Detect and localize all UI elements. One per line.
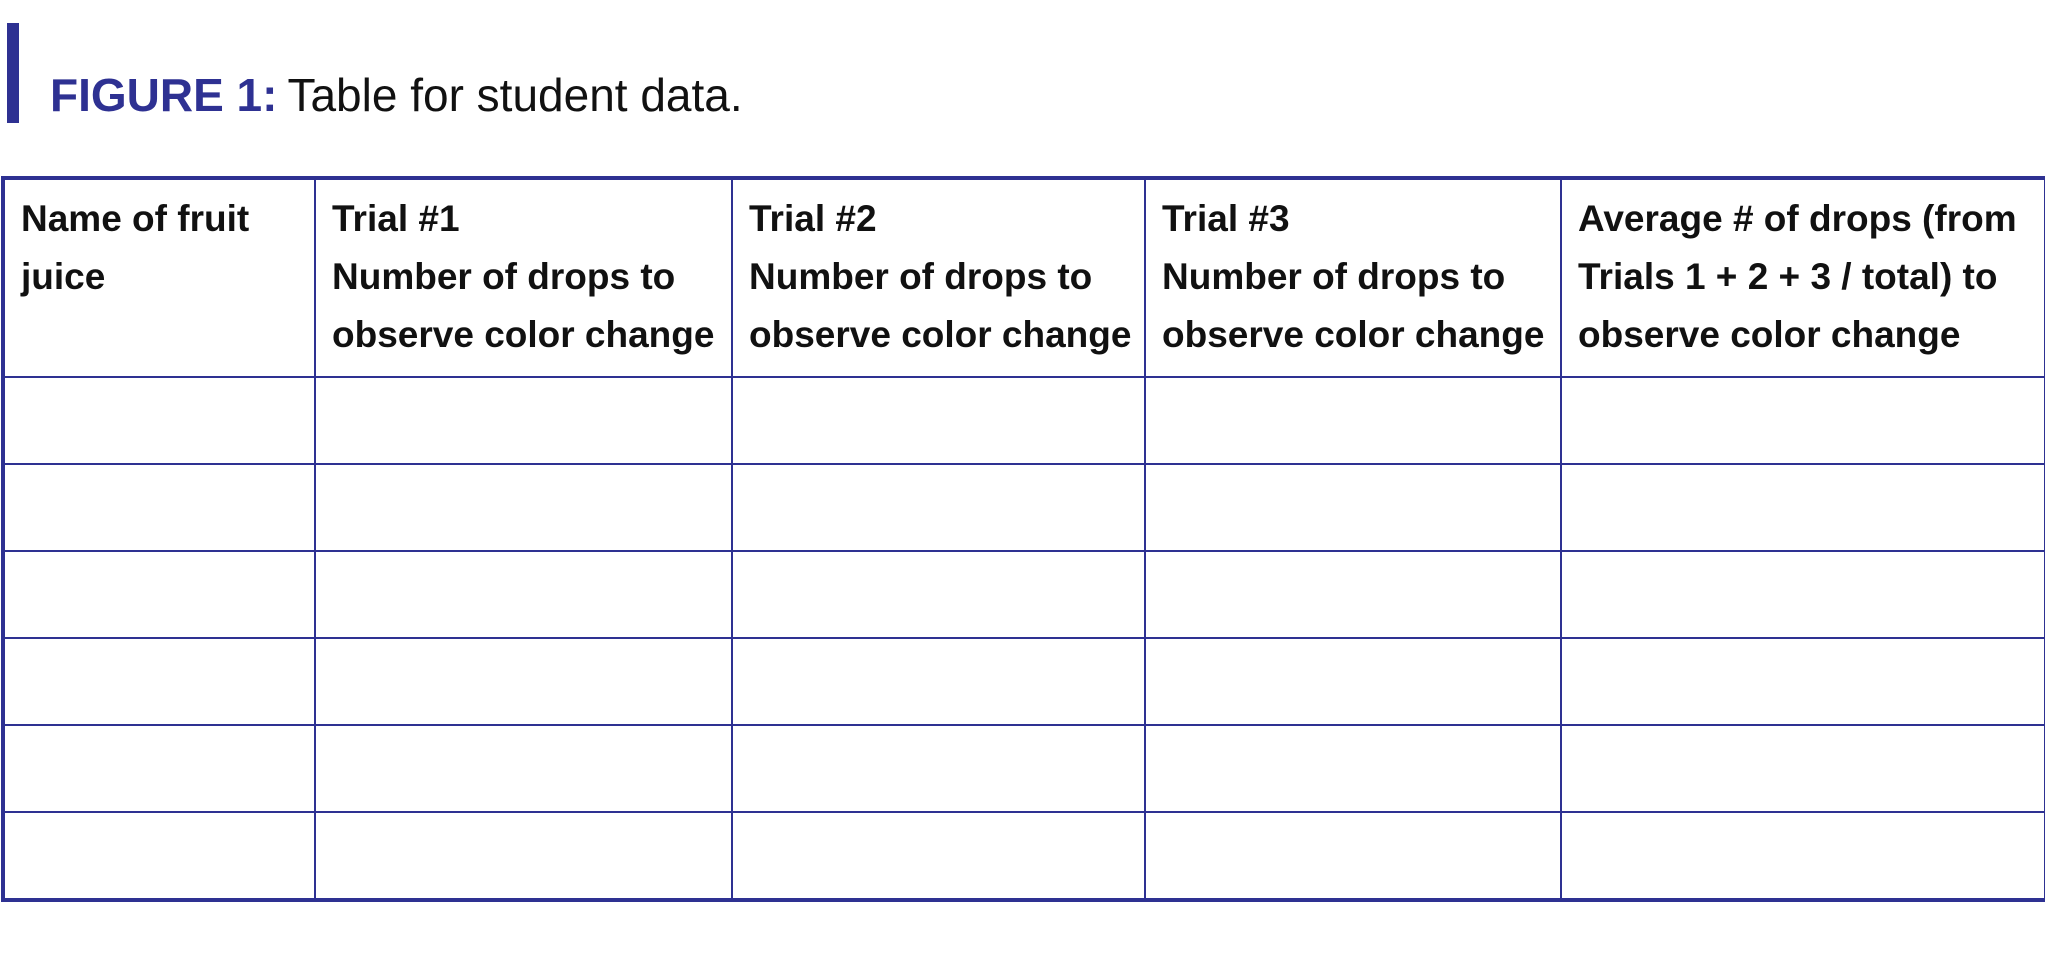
table-cell-average-drops[interactable] bbox=[1560, 811, 2045, 901]
column-header-line: Average # of drops (from bbox=[1578, 198, 2017, 239]
column-header-line: juice bbox=[21, 256, 106, 297]
column-header-line: Trial #1 bbox=[332, 198, 460, 239]
column-header-trial-3: Trial #3 Number of drops to observe color … bbox=[1144, 177, 1562, 378]
table-cell-trial-2[interactable] bbox=[731, 811, 1146, 901]
table-cell-trial-1[interactable] bbox=[314, 811, 733, 901]
table-cell-trial-3[interactable] bbox=[1144, 811, 1562, 901]
table-body bbox=[2, 376, 2045, 901]
table-cell-fruit-juice-name[interactable] bbox=[2, 463, 316, 552]
table-cell-trial-2[interactable] bbox=[731, 550, 1146, 639]
table-row bbox=[2, 463, 2045, 552]
column-header-average-drops: Average # of drops (from Trials 1 + 2 + 3… bbox=[1560, 177, 2045, 378]
figure-label: FIGURE 1: bbox=[50, 69, 278, 121]
column-header-line: observe color change bbox=[1162, 314, 1545, 355]
column-header-line: Trial #2 bbox=[749, 198, 877, 239]
column-header-line: Trial #3 bbox=[1162, 198, 1290, 239]
table-cell-fruit-juice-name[interactable] bbox=[2, 811, 316, 901]
caption-accent-bar bbox=[7, 23, 19, 123]
table-cell-trial-1[interactable] bbox=[314, 463, 733, 552]
table-cell-trial-2[interactable] bbox=[731, 724, 1146, 813]
table-cell-trial-3[interactable] bbox=[1144, 376, 1562, 465]
table-cell-trial-1[interactable] bbox=[314, 376, 733, 465]
column-header-trial-1: Trial #1 Number of drops to observe color … bbox=[314, 177, 733, 378]
table-cell-trial-2[interactable] bbox=[731, 463, 1146, 552]
figure-caption-text: Table for student data. bbox=[287, 69, 743, 121]
table-row bbox=[2, 376, 2045, 465]
column-header-line: Number of drops to bbox=[749, 256, 1093, 297]
table-cell-fruit-juice-name[interactable] bbox=[2, 550, 316, 639]
column-header-fruit-juice-name: Name of fruit juice bbox=[2, 177, 316, 378]
table-cell-trial-1[interactable] bbox=[314, 724, 733, 813]
column-header-trial-2: Trial #2 Number of drops to observe color … bbox=[731, 177, 1146, 378]
table-row bbox=[2, 637, 2045, 726]
table-cell-trial-3[interactable] bbox=[1144, 724, 1562, 813]
table-cell-trial-2[interactable] bbox=[731, 637, 1146, 726]
table-cell-fruit-juice-name[interactable] bbox=[2, 376, 316, 465]
table-cell-average-drops[interactable] bbox=[1560, 724, 2045, 813]
column-header-line: observe color change bbox=[1578, 314, 1961, 355]
figure-caption: FIGURE 1: Table for student data. bbox=[50, 72, 743, 118]
table-row bbox=[2, 724, 2045, 813]
table-cell-average-drops[interactable] bbox=[1560, 550, 2045, 639]
table-cell-fruit-juice-name[interactable] bbox=[2, 637, 316, 726]
table-cell-trial-3[interactable] bbox=[1144, 637, 1562, 726]
table-cell-trial-2[interactable] bbox=[731, 376, 1146, 465]
column-header-line: Number of drops to bbox=[1162, 256, 1506, 297]
column-header-line: observe color change bbox=[749, 314, 1132, 355]
column-header-line: observe color change bbox=[332, 314, 715, 355]
column-header-line: Name of fruit bbox=[21, 198, 250, 239]
table-cell-average-drops[interactable] bbox=[1560, 376, 2045, 465]
table-cell-fruit-juice-name[interactable] bbox=[2, 724, 316, 813]
table-cell-trial-1[interactable] bbox=[314, 637, 733, 726]
column-header-line: Number of drops to bbox=[332, 256, 676, 297]
header-row: Name of fruit juice Trial #1 Number of drop… bbox=[2, 177, 2045, 378]
table-cell-trial-1[interactable] bbox=[314, 550, 733, 639]
table-cell-average-drops[interactable] bbox=[1560, 463, 2045, 552]
column-header-line: Trials 1 + 2 + 3 / total) to bbox=[1578, 256, 1998, 297]
table-row bbox=[2, 550, 2045, 639]
table-cell-trial-3[interactable] bbox=[1144, 550, 1562, 639]
table-cell-average-drops[interactable] bbox=[1560, 637, 2045, 726]
table-cell-trial-3[interactable] bbox=[1144, 463, 1562, 552]
table-row bbox=[2, 811, 2045, 901]
student-data-table: Name of fruit juice Trial #1 Number of drop… bbox=[1, 176, 2045, 902]
